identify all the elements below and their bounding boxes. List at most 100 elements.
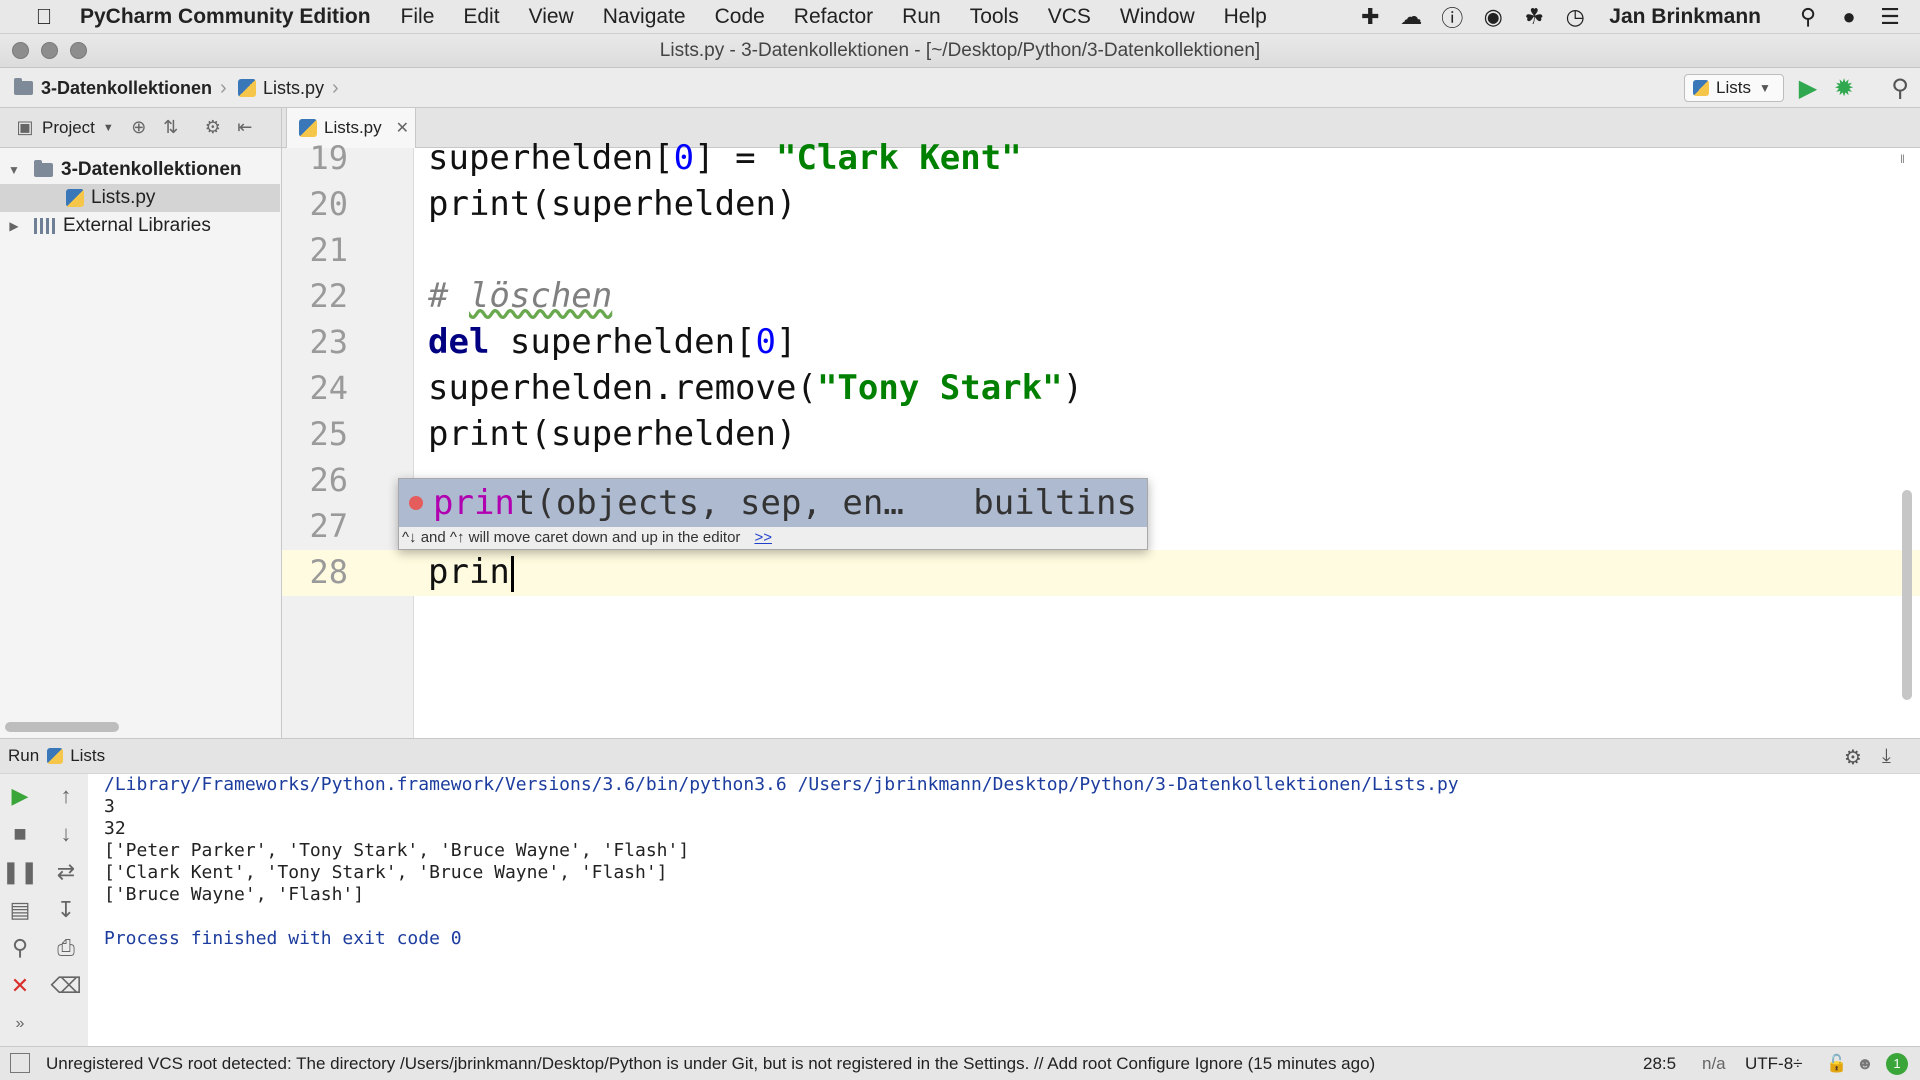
breadcrumb-project[interactable]: 3-Datenkollektionen › <box>14 68 227 108</box>
collapse-all-icon[interactable]: ⇅ <box>158 115 184 141</box>
gear-icon[interactable]: ⚙ <box>1844 745 1862 770</box>
soft-wrap-icon[interactable]: ⇄ <box>50 856 82 888</box>
menu-help[interactable]: Help <box>1224 5 1267 29</box>
menu-code[interactable]: Code <box>715 5 765 29</box>
pycharm-window:  PyCharm Community Edition File Edit Vi… <box>0 0 1920 1080</box>
tool-windows-icon[interactable] <box>10 1053 30 1073</box>
app-menu[interactable]: PyCharm Community Edition <box>80 5 371 29</box>
console-line: ['Bruce Wayne', 'Flash'] <box>104 884 365 905</box>
stop-button[interactable]: ■ <box>4 818 36 850</box>
plugin-icon[interactable]: ✚ <box>1356 3 1384 31</box>
line-number: 22 <box>309 277 348 315</box>
scroll-down-icon[interactable]: ↓ <box>50 818 82 850</box>
restore-layout-icon[interactable]: ▤ <box>4 894 36 926</box>
code-number: 0 <box>755 322 777 362</box>
hide-panel-icon[interactable]: ⇤ <box>232 115 258 141</box>
console-line: 3 <box>104 796 115 817</box>
more-actions-icon[interactable]: » <box>4 1008 36 1040</box>
menu-edit[interactable]: Edit <box>463 5 499 29</box>
line-separator[interactable]: n/a <box>1702 1054 1726 1074</box>
breadcrumb-file-label: Lists.py <box>263 77 325 98</box>
print-icon[interactable]: ⎙ <box>50 932 82 964</box>
password-manager-icon[interactable]: ⓘ <box>1438 3 1466 31</box>
event-log-icon[interactable]: 1 <box>1886 1053 1908 1075</box>
headset-icon[interactable]: ◉ <box>1479 3 1507 31</box>
run-tool-window-header: Run Lists ⚙ ⤓ <box>0 738 1920 774</box>
caret-position[interactable]: 28:5 <box>1643 1054 1676 1074</box>
console-line: ['Clark Kent', 'Tony Stark', 'Bruce Wayn… <box>104 862 668 883</box>
project-view-select[interactable]: Project <box>42 118 95 138</box>
code-line-24: superhelden.remove("Tony Stark") <box>428 368 1083 408</box>
spotlight-search-icon[interactable]: ⚲ <box>1794 3 1822 31</box>
leaf-icon[interactable]: ☘ <box>1520 3 1548 31</box>
search-everywhere-icon[interactable]: ⚲ <box>1884 72 1916 104</box>
user-name[interactable]: Jan Brinkmann <box>1609 5 1761 29</box>
pause-button[interactable]: ❚❚ <box>2 856 39 888</box>
editor-inspection-icon[interactable]: ‖ <box>1900 152 1905 166</box>
line-number: 24 <box>309 369 348 407</box>
code-keyword: del <box>428 322 490 362</box>
tree-item-lists-py[interactable]: Lists.py <box>0 184 280 212</box>
siri-icon[interactable]: ● <box>1835 3 1863 31</box>
code-line-23: del superhelden[0] <box>428 322 797 362</box>
pin-tab-icon[interactable]: ⚲ <box>4 932 36 964</box>
debug-button[interactable]: ✹ <box>1828 72 1860 104</box>
breadcrumb-file[interactable]: Lists.py › <box>238 68 339 108</box>
tree-item-external-libraries[interactable]: ▶ External Libraries <box>0 212 280 240</box>
run-console[interactable] <box>88 774 1920 1046</box>
menu-run[interactable]: Run <box>902 5 941 29</box>
collapse-arrow-icon[interactable]: ▶ <box>6 219 22 233</box>
run-button[interactable]: ▶ <box>1792 72 1824 104</box>
clear-console-icon[interactable]: ⌫ <box>50 970 82 1002</box>
completion-item-print[interactable]: prin t(objects, sep, en… builtins <box>399 479 1147 527</box>
menu-file[interactable]: File <box>401 5 435 29</box>
scroll-from-source-icon[interactable]: ⊕ <box>126 115 152 141</box>
chevron-down-icon[interactable]: ▼ <box>103 122 114 134</box>
code-identifier: superhelden[ <box>489 322 756 362</box>
editor-vertical-scrollbar[interactable] <box>1902 490 1912 700</box>
code-bracket: [ <box>653 138 674 178</box>
tree-item-label: External Libraries <box>63 215 211 236</box>
status-message[interactable]: Unregistered VCS root detected: The dire… <box>46 1054 1375 1074</box>
code-line-20: print(superhelden) <box>428 184 797 224</box>
menu-refactor[interactable]: Refactor <box>794 5 873 29</box>
code-completion-popup: prin t(objects, sep, en… builtins ^↓ and … <box>398 478 1148 550</box>
inspector-icon[interactable]: ☻ <box>1856 1054 1874 1074</box>
expand-arrow-icon[interactable]: ▼ <box>6 163 22 177</box>
rerun-button[interactable]: ▶ <box>4 780 36 812</box>
close-tab-icon[interactable]: ✕ <box>396 118 409 138</box>
code-bracket: ] <box>776 322 797 362</box>
file-encoding[interactable]: UTF-8÷ <box>1745 1054 1803 1074</box>
line-number: 21 <box>309 231 348 269</box>
library-icon <box>34 218 56 234</box>
function-icon <box>409 496 423 510</box>
line-number: 27 <box>309 507 348 545</box>
creative-cloud-icon[interactable]: ☁ <box>1397 3 1425 31</box>
tree-item-project-root[interactable]: ▼ 3-Datenkollektionen <box>0 156 280 184</box>
console-line: ['Peter Parker', 'Tony Stark', 'Bruce Wa… <box>104 840 690 861</box>
code-line-19: superhelden[0] = "Clark Kent" <box>428 138 1022 178</box>
run-configuration-select[interactable]: Lists ▼ <box>1684 74 1784 102</box>
hide-panel-icon[interactable]: ⤓ <box>1882 745 1891 768</box>
notification-center-icon[interactable]: ☰ <box>1876 3 1904 31</box>
lock-icon[interactable]: 🔓 <box>1826 1054 1847 1074</box>
menu-vcs[interactable]: VCS <box>1048 5 1091 29</box>
python-file-icon <box>299 119 317 137</box>
run-config-label[interactable]: Lists <box>70 746 105 766</box>
scroll-up-icon[interactable]: ↑ <box>50 780 82 812</box>
console-line-exit: Process finished with exit code 0 <box>104 928 462 949</box>
completion-more-link[interactable]: >> <box>754 529 772 546</box>
menu-navigate[interactable]: Navigate <box>603 5 686 29</box>
menu-view[interactable]: View <box>529 5 574 29</box>
breadcrumb-project-label: 3-Datenkollektionen <box>41 77 213 98</box>
project-horizontal-scrollbar[interactable] <box>5 722 119 732</box>
folder-icon <box>14 78 33 95</box>
close-icon[interactable]: ✕ <box>4 970 36 1002</box>
time-machine-icon[interactable]: ◷ <box>1561 3 1589 31</box>
menu-tools[interactable]: Tools <box>970 5 1019 29</box>
gear-icon[interactable]: ⚙ <box>200 115 226 141</box>
menu-window[interactable]: Window <box>1120 5 1195 29</box>
scroll-to-end-icon[interactable]: ↧ <box>50 894 82 926</box>
apple-icon[interactable]:  <box>30 4 58 30</box>
code-string: "Clark Kent" <box>776 138 1022 178</box>
